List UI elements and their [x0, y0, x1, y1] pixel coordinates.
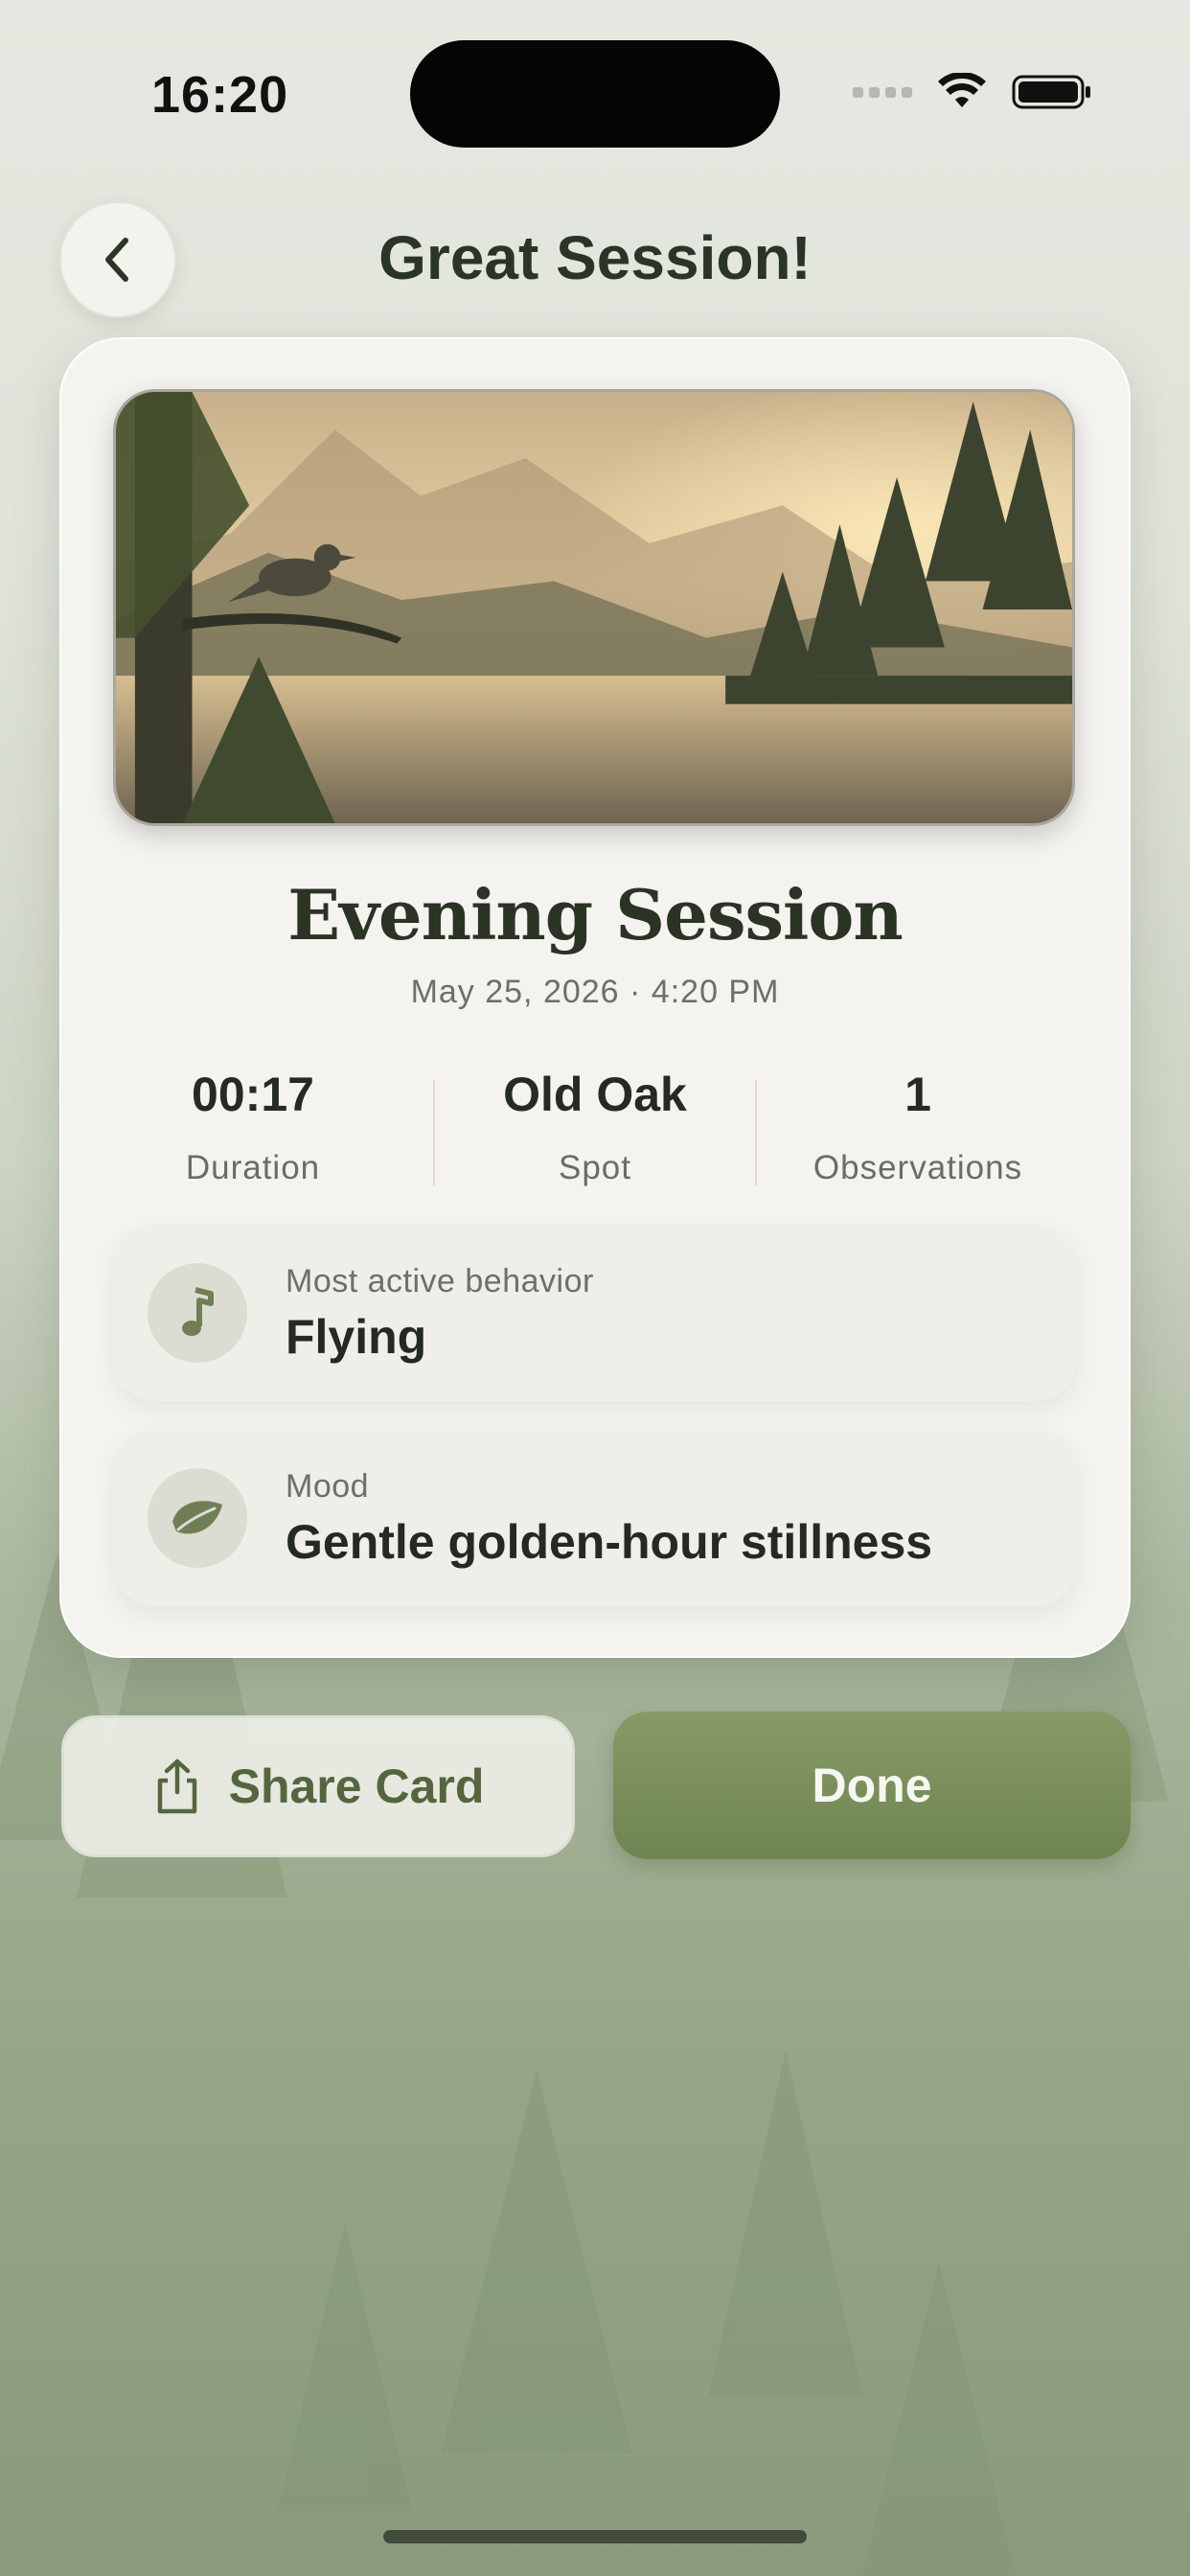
- stat-observations: 1 Observations: [755, 1061, 1081, 1187]
- stat-label: Observations: [812, 1149, 1023, 1186]
- page-title: Great Session!: [378, 223, 812, 292]
- share-card-label: Share Card: [228, 1760, 485, 1813]
- music-note-icon: [148, 1263, 247, 1363]
- done-button[interactable]: Done: [613, 1712, 1131, 1859]
- stat-label: Duration: [185, 1149, 321, 1186]
- cellular-signal-icon: [853, 86, 912, 98]
- insight-mood: Mood Gentle golden-hour stillness: [113, 1430, 1077, 1606]
- stat-value: 00:17: [192, 1068, 314, 1121]
- session-date: May 25, 2026 · 4:20 PM: [410, 974, 780, 1010]
- share-icon: [157, 1759, 196, 1814]
- stat-spot: Old Oak Spot: [432, 1061, 758, 1187]
- session-image: [113, 389, 1075, 826]
- leaf-icon: [148, 1468, 247, 1568]
- battery-icon: [1012, 75, 1090, 109]
- session-title: Evening Session: [287, 874, 904, 955]
- home-indicator[interactable]: [383, 2530, 807, 2543]
- insight-value: Gentle golden-hour stillness: [286, 1515, 933, 1569]
- stat-value: 1: [904, 1068, 931, 1121]
- status-icons: [853, 73, 1092, 111]
- stat-value: Old Oak: [503, 1068, 687, 1121]
- insight-value: Flying: [286, 1310, 427, 1364]
- stat-label: Spot: [559, 1149, 631, 1186]
- done-label: Done: [812, 1759, 932, 1812]
- insight-behavior: Most active behavior Flying: [113, 1225, 1077, 1401]
- insight-label: Mood: [286, 1468, 370, 1505]
- share-card-button[interactable]: Share Card: [61, 1715, 575, 1857]
- dynamic-island: [410, 40, 780, 148]
- stat-duration: 00:17 Duration: [90, 1061, 416, 1187]
- session-card: Evening Session May 25, 2026 · 4:20 PM 0…: [59, 337, 1131, 1658]
- insight-label: Most active behavior: [286, 1263, 594, 1300]
- wifi-icon: [938, 73, 986, 107]
- status-time: 16:20: [151, 66, 289, 124]
- session-stats: 00:17 Duration Old Oak Spot 1 Observatio…: [59, 1061, 1131, 1205]
